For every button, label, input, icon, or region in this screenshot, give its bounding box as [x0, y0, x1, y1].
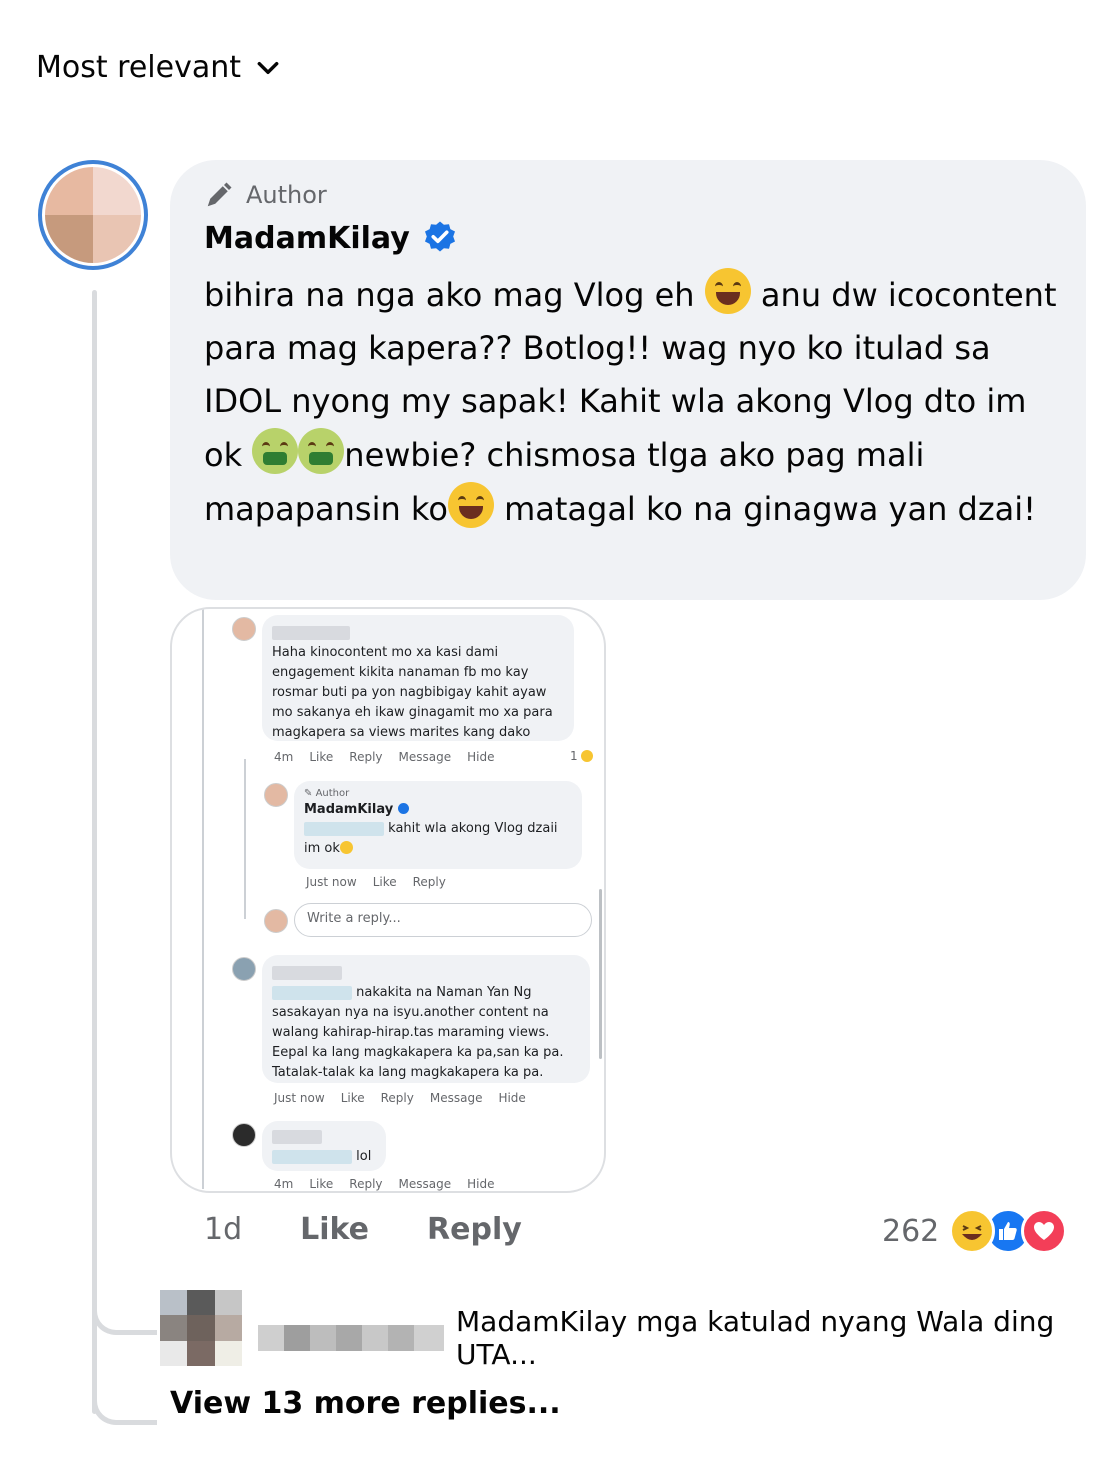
write-reply-input: Write a reply...	[294, 903, 592, 937]
avatar	[232, 617, 256, 641]
pen-icon	[207, 182, 232, 207]
screenshot-reply: ✎ Author MadamKilay kahit wla akong Vlog…	[294, 781, 582, 869]
author-name: MadamKilay	[304, 802, 394, 817]
author-badge: Author	[204, 180, 327, 210]
message-link: Message	[398, 1177, 452, 1191]
screenshot-comment: lol	[262, 1121, 386, 1171]
attached-screenshot[interactable]: Haha kinocontent mo xa kasi dami engagem…	[170, 607, 606, 1193]
laughing-tears-emoji-icon	[704, 268, 751, 314]
thread-branch-more	[92, 1370, 157, 1425]
blurred-mention	[272, 985, 352, 1000]
message-link: Message	[429, 1091, 483, 1105]
comment-body: bihira na nga ako mag Vlog eh anu dw ico…	[204, 268, 1064, 536]
avatar	[264, 783, 288, 807]
blurred-mention	[304, 821, 384, 836]
time: Just now	[306, 875, 357, 889]
avatar	[232, 957, 256, 981]
comment-actions: 1d Like Reply	[204, 1212, 522, 1247]
screenshot-comment: Haha kinocontent mo xa kasi dami engagem…	[262, 615, 574, 741]
reply-button[interactable]: Reply	[427, 1212, 522, 1247]
comment-author[interactable]: MadamKilay	[204, 220, 458, 256]
reaction-count: 262	[882, 1213, 940, 1249]
sort-dropdown[interactable]: Most relevant	[36, 50, 281, 85]
reply-link: Reply	[349, 750, 383, 764]
comment-time[interactable]: 1d	[204, 1212, 242, 1247]
avatar	[232, 1123, 256, 1147]
verified-badge-icon	[397, 803, 409, 814]
screenshot-thread-line	[202, 609, 204, 1189]
screenshot-comment-text: lol	[356, 1149, 372, 1164]
comment-text-part: matagal ko na ginagwa yan dzai!	[493, 490, 1036, 528]
screenshot-comment-text: sasakayan nya na isyu.another content na…	[272, 1005, 564, 1080]
avatar[interactable]	[160, 1290, 242, 1366]
avatar[interactable]	[38, 160, 148, 270]
screenshot-reply-text: im ok	[304, 841, 340, 856]
laughing-emoji-icon	[339, 841, 353, 854]
time: 4m	[274, 1177, 294, 1191]
like-button[interactable]: Like	[300, 1212, 369, 1247]
reply-preview-text: MadamKilay mga katulad nyang Wala ding U…	[456, 1305, 1055, 1371]
chevron-down-icon	[257, 61, 279, 74]
verified-badge-icon	[424, 221, 455, 252]
screenshot-reply-actions: Just now Like Reply	[306, 875, 446, 889]
screenshot-comment-actions: Just now Like Reply Message Hide	[274, 1091, 526, 1105]
thread-line	[92, 290, 97, 1414]
screenshot-comment: nakakita na Naman Yan Ng sasakayan nya n…	[262, 955, 590, 1083]
money-mouth-emoji-icon	[298, 428, 345, 474]
author-badge-label: Author	[315, 788, 350, 799]
screenshot-comment-actions: 4m Like Reply Message Hide	[274, 750, 494, 764]
hide-link: Hide	[498, 1091, 526, 1105]
author-name[interactable]: MadamKilay	[204, 221, 410, 256]
reply-link: Reply	[349, 1177, 383, 1191]
screenshot-thread-line	[244, 759, 246, 919]
haha-icon	[581, 750, 594, 762]
scrollbar	[599, 889, 602, 1059]
screenshot-comment-text: nakakita na Naman Yan Ng	[356, 985, 532, 1000]
view-more-replies-link[interactable]: View 13 more replies...	[170, 1386, 561, 1421]
haha-reaction-icon	[949, 1208, 996, 1254]
message-link: Message	[398, 750, 452, 764]
time: 4m	[274, 750, 294, 764]
avatar	[264, 909, 288, 933]
hide-link: Hide	[467, 1177, 495, 1191]
hide-link: Hide	[467, 750, 495, 764]
blurred-name	[272, 965, 342, 980]
write-reply-placeholder: Write a reply...	[307, 911, 401, 926]
reaction-summary[interactable]: 262	[882, 1208, 1068, 1254]
blurred-name	[258, 1325, 444, 1351]
time: Just now	[274, 1091, 325, 1105]
blurred-name	[272, 625, 350, 640]
author-badge-label: Author	[246, 181, 327, 209]
screenshot-react-count: 1	[570, 749, 594, 763]
screenshot-reply-text: kahit wla akong Vlog dzaii	[388, 821, 558, 836]
like-link: Like	[309, 1177, 334, 1191]
blurred-mention	[272, 1149, 352, 1164]
thread-branch-reply	[92, 1280, 157, 1335]
reply-link: Reply	[412, 875, 446, 889]
reply-link: Reply	[380, 1091, 414, 1105]
like-link: Like	[309, 750, 334, 764]
comment-text-part: bihira na nga ako mag Vlog eh	[204, 276, 705, 314]
like-link: Like	[372, 875, 397, 889]
reply-preview[interactable]: MadamKilay mga katulad nyang Wala ding U…	[258, 1305, 1120, 1371]
love-reaction-icon	[1021, 1208, 1068, 1254]
laughing-tears-emoji-icon	[447, 482, 494, 528]
sort-label: Most relevant	[36, 50, 242, 85]
like-link: Like	[340, 1091, 365, 1105]
blurred-name	[272, 1129, 322, 1144]
screenshot-comment-text: Haha kinocontent mo xa kasi dami engagem…	[272, 645, 553, 740]
screenshot-comment-actions: 4m Like Reply Message Hide	[274, 1177, 494, 1191]
money-mouth-emoji-icon	[252, 428, 299, 474]
